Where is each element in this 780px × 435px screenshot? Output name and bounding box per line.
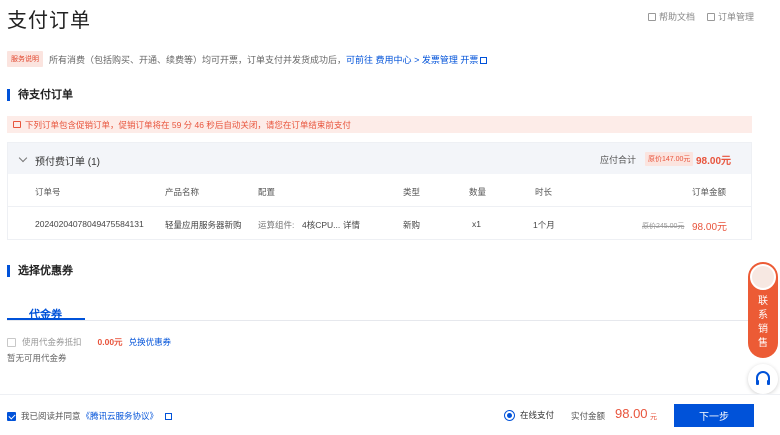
agreement-text: 我已阅读并同意 bbox=[21, 411, 81, 421]
document-icon bbox=[647, 12, 656, 21]
top-links: 帮助文档 订单管理 bbox=[647, 10, 754, 23]
col-duration: 时长 bbox=[535, 187, 553, 197]
grid-icon bbox=[706, 12, 715, 21]
fee-center-prefix[interactable]: 可前往 bbox=[346, 55, 373, 65]
product-name: 轻量应用服务器新购 bbox=[165, 220, 242, 230]
original-price-pill: 原价147.00元 bbox=[645, 152, 694, 166]
paid-amount: 98.00 bbox=[615, 406, 648, 421]
help-doc-link[interactable]: 帮助文档 bbox=[647, 10, 695, 23]
tab-divider bbox=[7, 320, 752, 321]
row-original-price: 原价245.00元 bbox=[642, 223, 685, 230]
promo-warning-bar: 下列订单包含促销订单，促销订单将在 59 分 46 秒后自动关闭，请您在订单结束… bbox=[7, 116, 752, 133]
external-link-icon[interactable] bbox=[165, 412, 173, 420]
order-group-label: 预付费订单 (1) bbox=[35, 157, 100, 168]
service-note: 服务说明 所有消费（包括购买、开通、续费等）均可开票，订单支付并发货成功后，可前… bbox=[7, 51, 488, 67]
contact-sales-panel[interactable]: 联系销售 bbox=[748, 262, 778, 358]
col-order-no: 订单号 bbox=[35, 187, 61, 197]
help-doc-label: 帮助文档 bbox=[658, 12, 695, 22]
col-amount: 订单金额 bbox=[692, 187, 727, 197]
tab-active-indicator bbox=[7, 318, 85, 320]
contact-sales-label: 联系销售 bbox=[758, 296, 768, 349]
paid-unit: 元 bbox=[650, 414, 657, 421]
next-step-button[interactable]: 下一步 bbox=[674, 404, 754, 427]
agreement-link[interactable]: 《腾讯云服务协议》 bbox=[82, 410, 159, 422]
invoice-manage-link[interactable]: 发票管理 bbox=[422, 55, 458, 65]
row-price: 98.00元 bbox=[692, 222, 728, 233]
voucher-amount: 0.00元 bbox=[97, 337, 123, 347]
pay-method[interactable]: 在线支付 bbox=[504, 409, 554, 421]
page-title: 支付订单 bbox=[7, 10, 91, 32]
order-manage-label: 订单管理 bbox=[717, 12, 754, 22]
paid-label: 实付金额 bbox=[571, 411, 606, 421]
service-note-text: 所有消费（包括购买、开通、续费等）均可开票，订单支付并发货成功后， bbox=[49, 54, 347, 65]
voucher-row: 使用代金券抵扣 0.00元 兑换优惠券 bbox=[7, 336, 171, 348]
config-detail-link[interactable]: 详情 bbox=[343, 219, 360, 231]
external-link-icon[interactable] bbox=[480, 56, 488, 64]
service-note-badge: 服务说明 bbox=[7, 51, 43, 67]
online-pay-label: 在线支付 bbox=[520, 410, 555, 420]
config-value: 4核CPU... bbox=[302, 220, 341, 230]
config-label: 运算组件: bbox=[258, 220, 295, 230]
invoice-open-link[interactable]: 开票 bbox=[460, 55, 478, 65]
col-product: 产品名称 bbox=[165, 187, 200, 197]
avatar bbox=[750, 264, 776, 290]
exchange-coupon-link[interactable]: 兑换优惠券 bbox=[129, 336, 172, 348]
speaker-icon bbox=[13, 121, 21, 128]
col-config: 配置 bbox=[258, 187, 276, 197]
headset-icon bbox=[756, 371, 770, 385]
order-manage-link[interactable]: 订单管理 bbox=[706, 10, 754, 23]
order-type: 新购 bbox=[403, 220, 421, 230]
pending-section-title: 待支付订单 bbox=[7, 89, 73, 101]
order-quantity: x1 bbox=[472, 219, 481, 229]
row-divider bbox=[8, 206, 751, 207]
online-pay-radio[interactable] bbox=[504, 409, 515, 421]
order-table: 预付费订单 (1) 应付合计 原价147.00元 98.00元 订单号 产品名称… bbox=[7, 142, 752, 240]
promo-warning-text: 下列订单包含促销订单，促销订单将在 59 分 46 秒后自动关闭，请您在订单结束… bbox=[25, 119, 351, 130]
order-number: 20240204078049475584131 bbox=[35, 219, 144, 229]
use-voucher-checkbox[interactable] bbox=[7, 337, 16, 347]
customer-service-button[interactable] bbox=[748, 364, 778, 394]
agreement-checkbox[interactable] bbox=[7, 411, 16, 421]
no-voucher-text: 暂无可用代金券 bbox=[7, 353, 67, 363]
breadcrumb-separator: > bbox=[414, 54, 420, 65]
order-group-header[interactable] bbox=[8, 143, 751, 174]
coupon-section-title: 选择优惠券 bbox=[7, 265, 73, 277]
col-quantity: 数量 bbox=[469, 187, 487, 197]
order-duration: 1个月 bbox=[533, 220, 555, 230]
sum-label: 应付合计 bbox=[600, 155, 637, 165]
agreement-row: 我已阅读并同意 《腾讯云服务协议》 bbox=[7, 410, 173, 422]
col-type: 类型 bbox=[403, 187, 421, 197]
sum-price: 98.00元 bbox=[696, 156, 732, 167]
fee-center-link[interactable]: 费用中心 bbox=[376, 55, 412, 65]
use-voucher-label: 使用代金券抵扣 bbox=[22, 337, 82, 347]
